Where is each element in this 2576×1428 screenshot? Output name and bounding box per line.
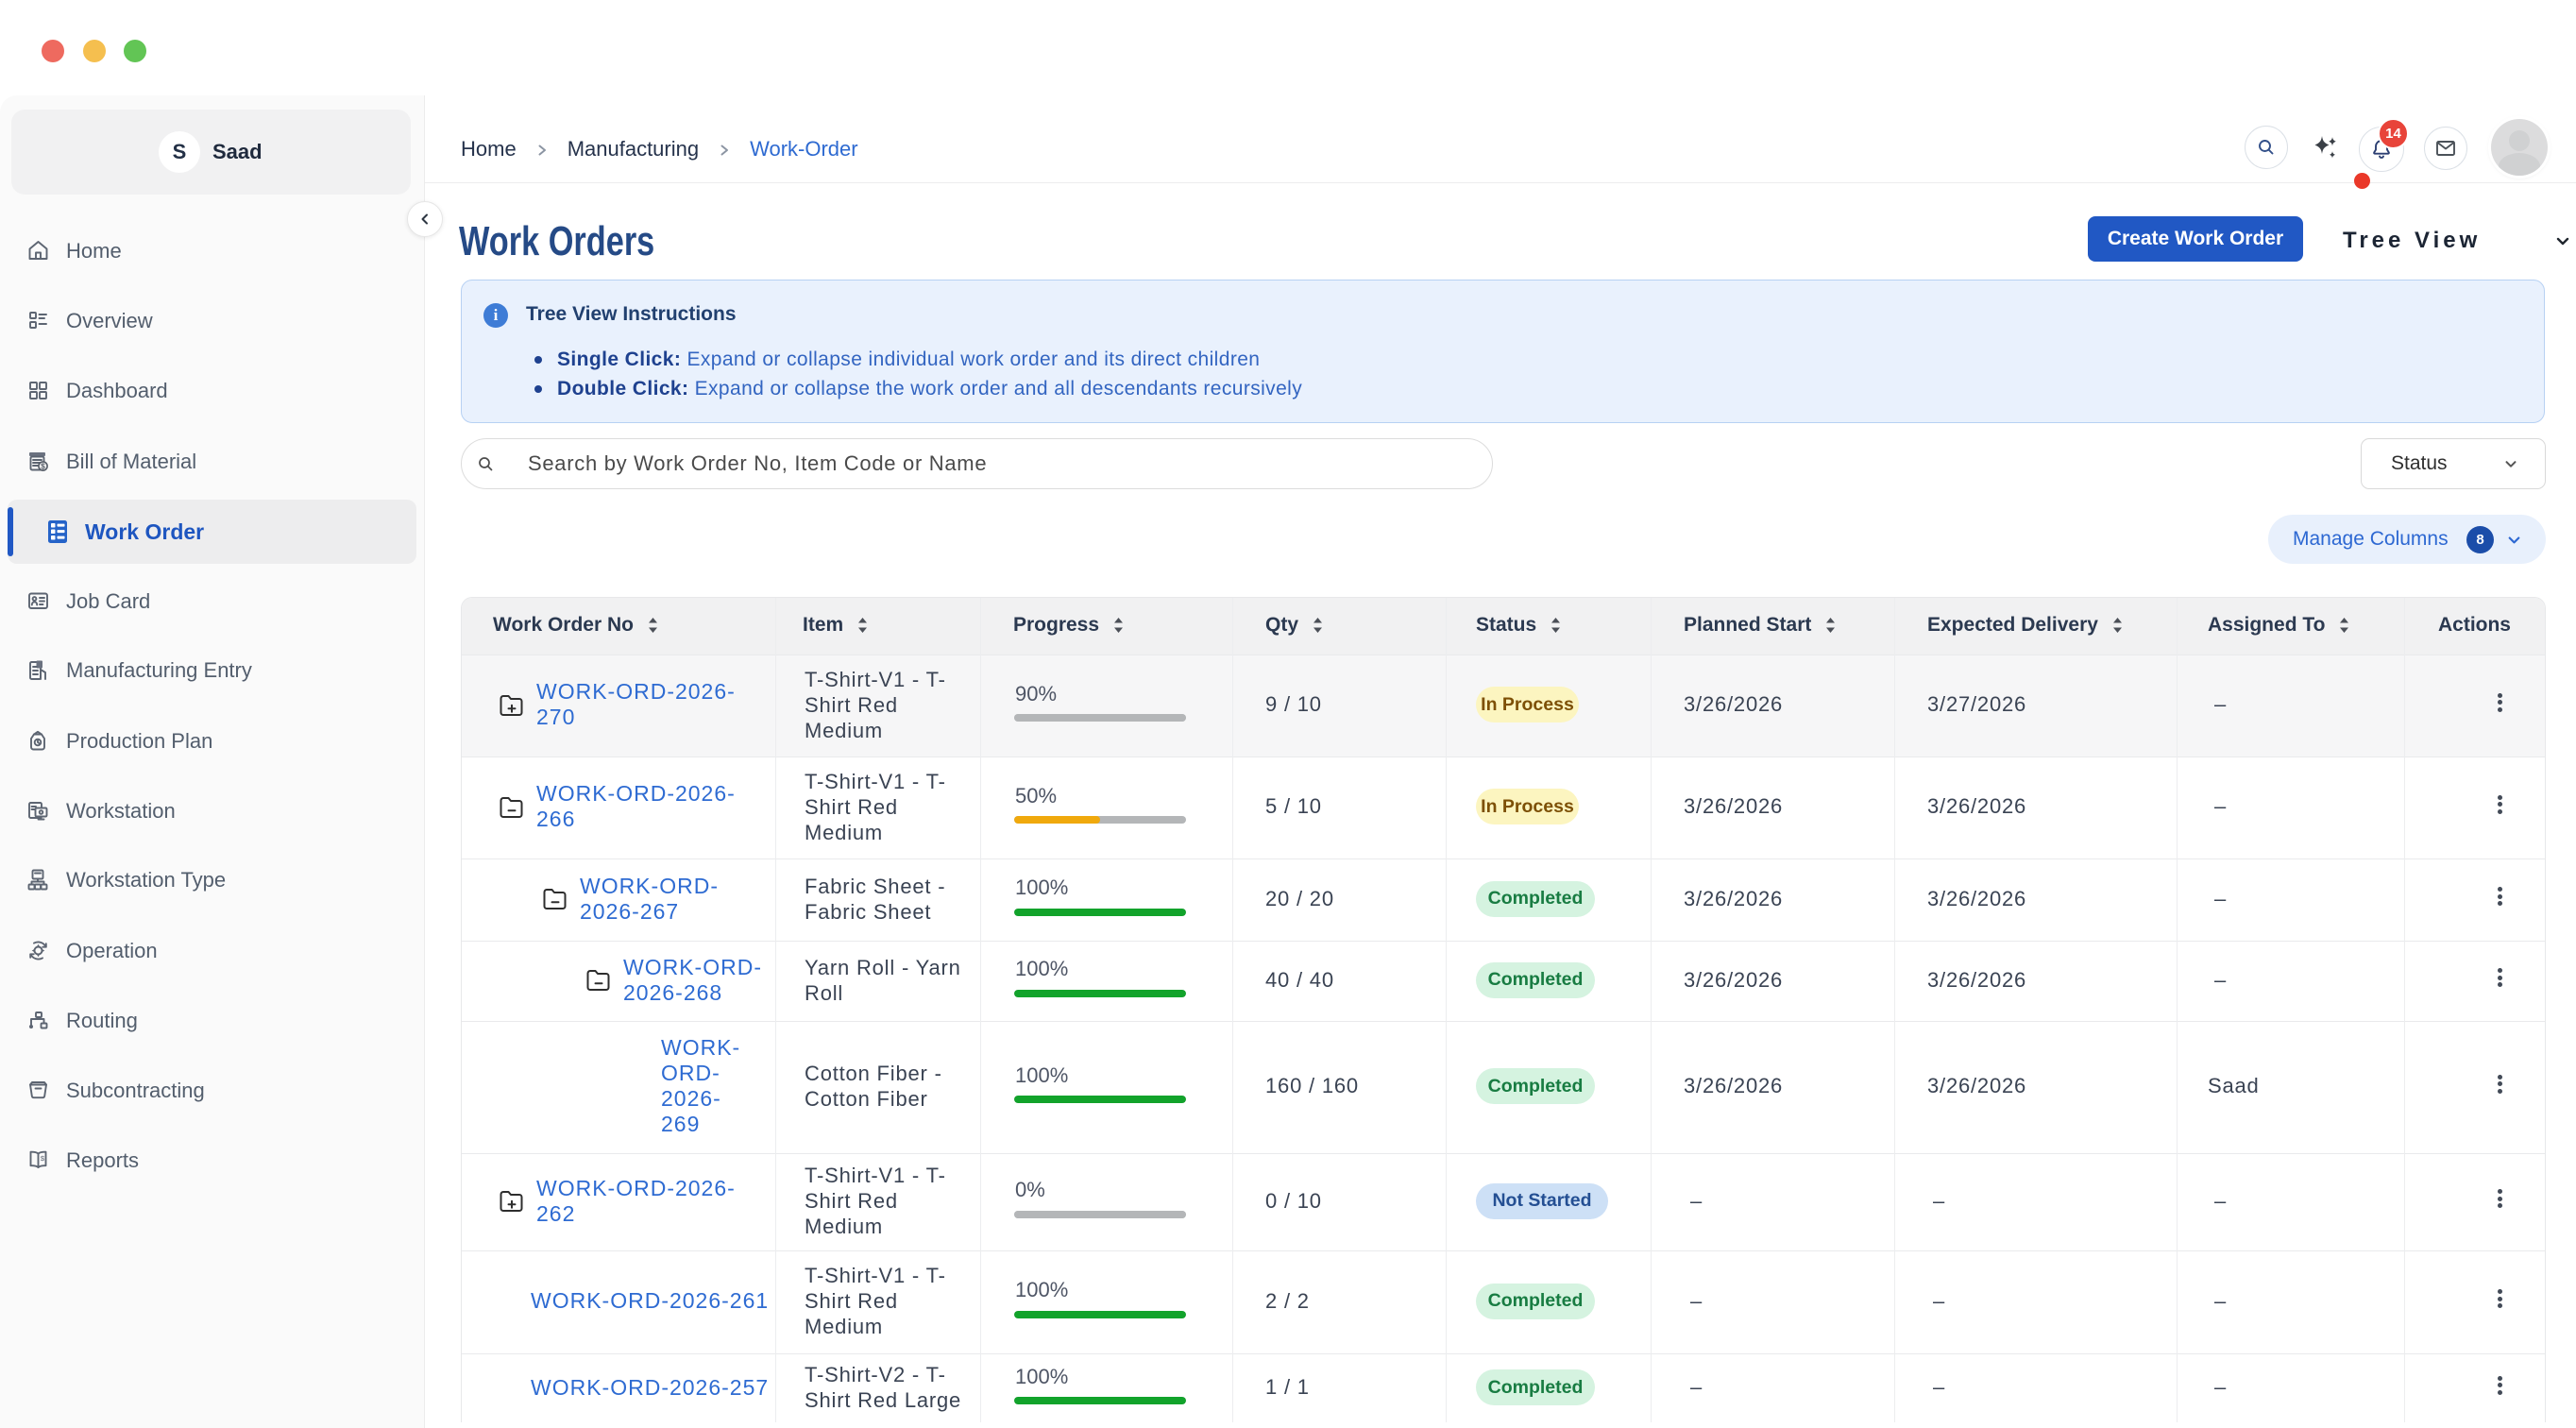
svg-text:$: $: [41, 462, 45, 470]
svg-text:$: $: [41, 1154, 45, 1163]
